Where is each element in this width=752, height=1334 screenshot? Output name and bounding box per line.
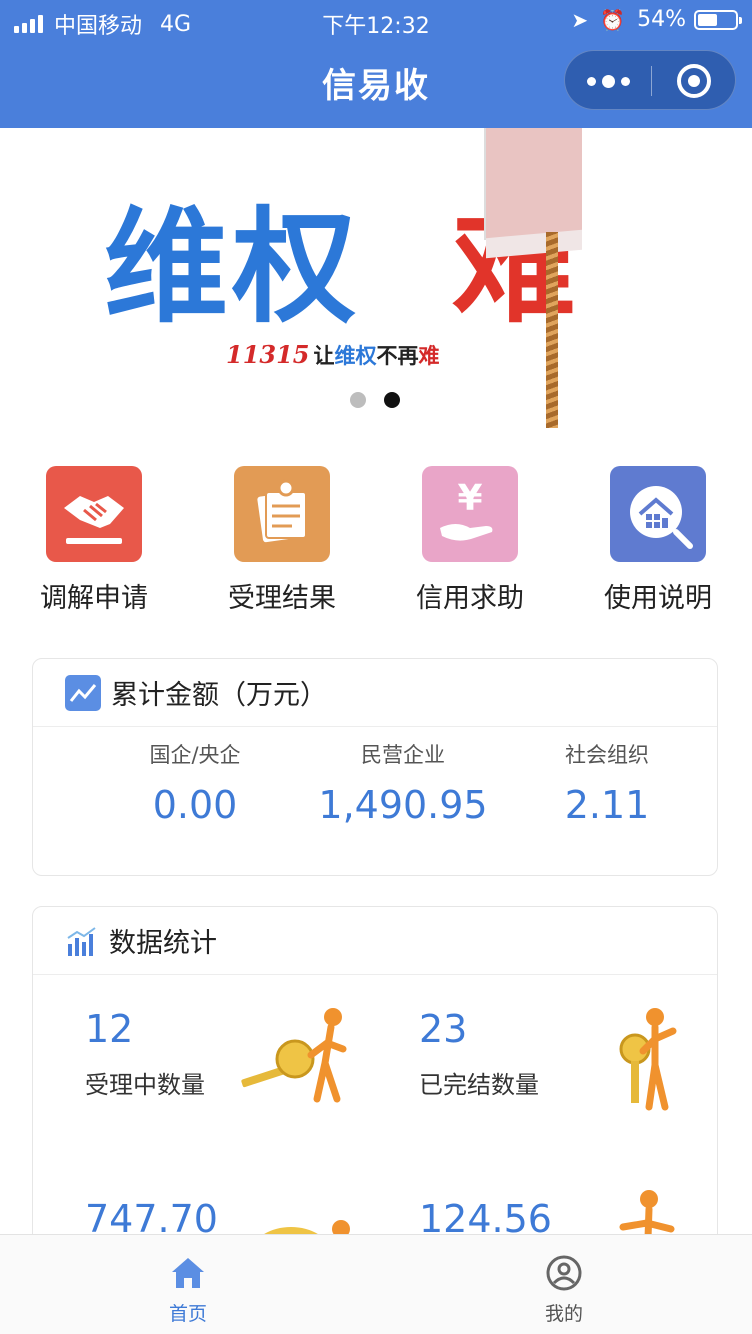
carousel-dot-1[interactable]: [350, 392, 366, 408]
key-figure-icon: [619, 1008, 677, 1111]
status-bar: 中国移动 4G 下午12:32 ➤ ⏰ 54%: [0, 0, 752, 42]
amount-label: 社会组织: [565, 743, 649, 767]
bar-chart-icon: [67, 926, 96, 956]
card-header: 累计金额（万元）: [33, 659, 717, 727]
trend-icon: [65, 674, 101, 711]
quick-menu: 调解申请 受理结果 ¥ 信用求助 使用说明: [0, 466, 752, 616]
cumulative-amount-card: 累计金额（万元） 国企/央企 0.00 民营企业 1,490.95 社会组织 2…: [32, 658, 718, 876]
carousel-dot-2[interactable]: [384, 392, 400, 408]
banner-slogan: 11315 让 维权 不再 难: [226, 340, 440, 370]
amount-label: 民营企业: [361, 743, 445, 767]
stat-value: 12: [85, 1007, 134, 1051]
banner-carousel[interactable]: 维权 难 11315 让 维权 不再 难: [0, 128, 752, 428]
battery-percent: 54%: [637, 7, 686, 32]
stat-in-progress[interactable]: 12 受理中数量: [33, 977, 363, 1127]
tab-label: 我的: [544, 1303, 583, 1325]
stat-label: 已完结数量: [419, 1071, 539, 1099]
amount-item-soe: 国企/央企 0.00: [81, 739, 309, 827]
menu-item-mediation[interactable]: 调解申请: [0, 466, 188, 615]
miniprogram-capsule: [564, 50, 736, 110]
stat-completed[interactable]: 23 已完结数量: [367, 977, 697, 1127]
stat-value: 23: [419, 1007, 468, 1051]
card-header: 数据统计: [33, 907, 717, 975]
close-button[interactable]: [677, 64, 711, 98]
document-icon: [234, 466, 330, 562]
torn-paper-graphic: [486, 128, 582, 240]
more-button[interactable]: [565, 51, 651, 111]
slogan-number: 11315: [226, 340, 310, 369]
amount-item-private: 民营企业 1,490.95: [289, 739, 517, 827]
menu-item-instructions[interactable]: 使用说明: [564, 466, 752, 615]
tab-bar: 首页 我的: [0, 1234, 752, 1334]
tab-mine[interactable]: 我的: [376, 1235, 752, 1334]
tab-home[interactable]: 首页: [0, 1235, 376, 1334]
battery-fill: [698, 13, 718, 26]
header: 中国移动 4G 下午12:32 ➤ ⏰ 54% 信易收: [0, 0, 752, 128]
amount-value: 0.00: [152, 783, 238, 827]
amount-value: 2.11: [564, 783, 650, 827]
card-title: 累计金额（万元）: [111, 680, 327, 711]
house-search-icon: [610, 466, 706, 562]
menu-label: 调解申请: [40, 583, 148, 614]
battery-icon: [694, 9, 742, 30]
data-statistics-card: 数据统计 12 受理中数量 23 已完结数量 747.70 124.56: [32, 906, 718, 1271]
amount-label: 国企/央企: [149, 743, 241, 767]
handshake-icon: [46, 466, 142, 562]
slogan-part-3: 不再: [376, 344, 419, 368]
location-icon: ➤: [571, 7, 589, 32]
slogan-part-2: 维权: [334, 344, 377, 368]
home-icon: [168, 1253, 208, 1293]
amount-stats: 国企/央企 0.00 民营企业 1,490.95 社会组织 2.11: [33, 739, 719, 859]
carousel-indicator: [350, 392, 418, 408]
app-screen: 中国移动 4G 下午12:32 ➤ ⏰ 54% 信易收 维权 难 11315 让: [0, 0, 752, 1334]
user-icon: [544, 1253, 584, 1293]
card-title: 数据统计: [109, 928, 217, 959]
slogan-part-4: 难: [418, 344, 440, 368]
stat-label: 受理中数量: [85, 1071, 205, 1099]
svg-text:¥: ¥: [457, 478, 482, 519]
alarm-icon: ⏰: [600, 7, 626, 32]
banner-headline-blue: 维权: [104, 196, 361, 340]
tab-label: 首页: [168, 1303, 207, 1325]
menu-item-credit-help[interactable]: ¥ 信用求助: [376, 466, 564, 615]
rope-graphic: [546, 232, 558, 428]
amount-value: 1,490.95: [318, 783, 488, 827]
menu-item-result[interactable]: 受理结果: [188, 466, 376, 615]
menu-label: 使用说明: [604, 583, 712, 614]
yuan-hand-icon: ¥: [422, 466, 518, 562]
slogan-part-1: 让: [313, 344, 335, 368]
menu-label: 受理结果: [228, 583, 336, 614]
capsule-divider: [651, 66, 652, 96]
menu-label: 信用求助: [416, 583, 524, 614]
key-figure-icon: [241, 1008, 347, 1103]
amount-item-social: 社会组织 2.11: [493, 739, 721, 827]
